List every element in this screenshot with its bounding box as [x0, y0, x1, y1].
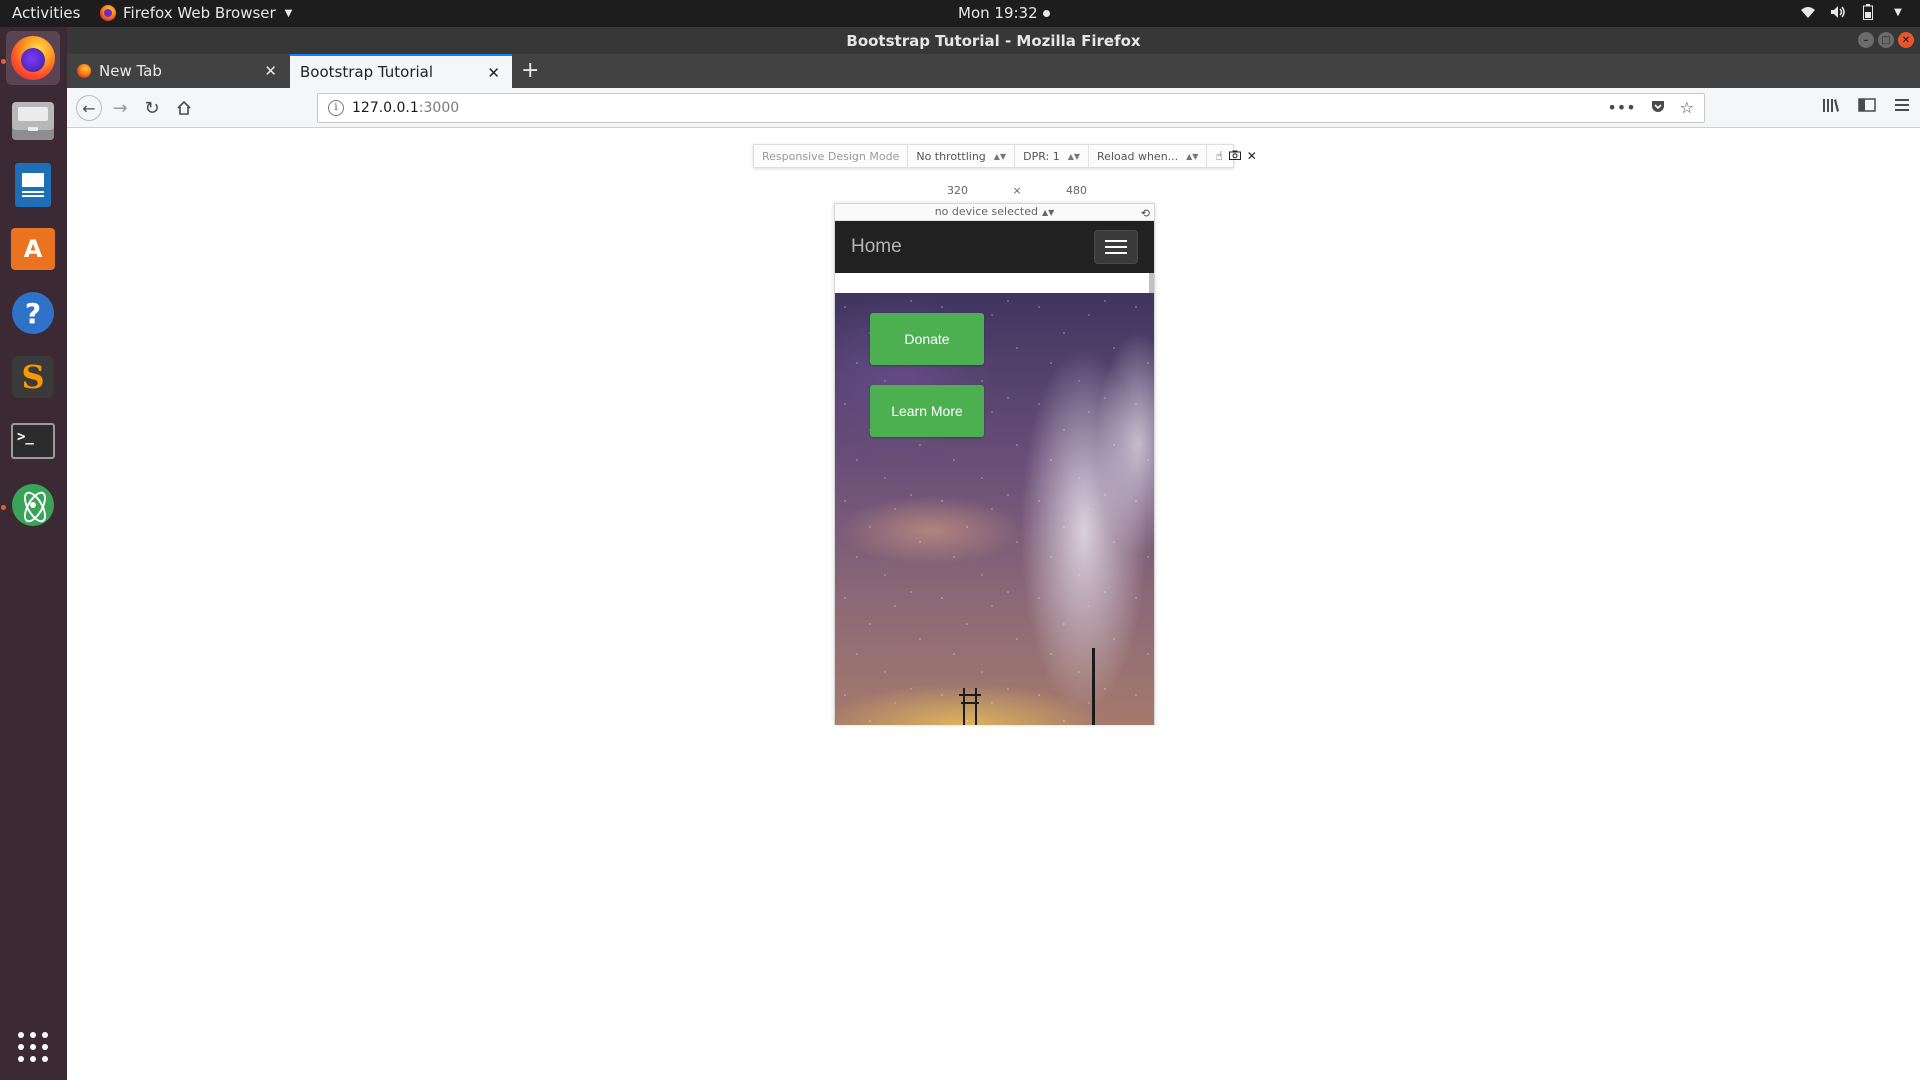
dock-files[interactable]: [6, 94, 60, 148]
sidebar-icon[interactable]: [1858, 97, 1876, 117]
navbar-toggler[interactable]: [1094, 230, 1138, 264]
dock-terminal[interactable]: >_: [6, 414, 60, 468]
window-title: Bootstrap Tutorial - Mozilla Firefox: [846, 32, 1141, 50]
select-arrows-icon: ▲▼: [1186, 151, 1199, 161]
notification-dot-icon: [1042, 10, 1050, 17]
activities-button[interactable]: Activities: [12, 4, 80, 22]
viewport-width[interactable]: 320: [947, 184, 968, 197]
system-tray[interactable]: ▼: [1800, 4, 1906, 20]
app-menu[interactable]: Firefox Web Browser ▼: [100, 4, 292, 22]
dock-atom[interactable]: [6, 478, 60, 532]
nav-toolbar: ← → ↻ i 127.0.0.1:3000 ••• ☆: [67, 88, 1920, 128]
rotate-viewport-icon[interactable]: ⟲: [1141, 206, 1150, 222]
navbar-brand[interactable]: Home: [851, 236, 902, 258]
site-page: Home Donate Learn More: [835, 221, 1154, 725]
donate-button[interactable]: Donate: [870, 313, 984, 365]
page-content: Responsive Design Mode No throttling ▲▼ D…: [67, 129, 1920, 1080]
dock-firefox[interactable]: [6, 31, 60, 85]
url-actions: ••• ☆: [1607, 98, 1694, 118]
forward-arrow-icon[interactable]: →: [109, 97, 131, 119]
dock: A ? S >_: [0, 27, 67, 1080]
firefox-icon: [77, 64, 91, 78]
screenshot-icon[interactable]: [1228, 149, 1241, 163]
atom-icon: [12, 484, 54, 526]
url-bar[interactable]: i 127.0.0.1:3000 ••• ☆: [317, 93, 1705, 123]
dpr-select[interactable]: DPR: 1 ▲▼: [1015, 145, 1090, 167]
dock-writer[interactable]: [6, 158, 60, 212]
firefox-window: Bootstrap Tutorial - Mozilla Firefox – □…: [67, 27, 1920, 1080]
rdm-actions: ☝ ✕: [1207, 149, 1264, 163]
plus-icon[interactable]: +: [521, 58, 539, 83]
scrollbar-thumb[interactable]: [1149, 273, 1154, 293]
learn-more-button[interactable]: Learn More: [870, 385, 984, 437]
writer-icon: [15, 163, 51, 207]
tab-new-tab[interactable]: New Tab ✕: [67, 54, 289, 88]
url-text[interactable]: 127.0.0.1:3000: [352, 100, 459, 116]
clock-label: Mon 19:32: [958, 4, 1038, 22]
close-icon[interactable]: ✕: [1898, 32, 1914, 48]
reload-icon[interactable]: ↻: [141, 97, 163, 119]
dock-sublime-text[interactable]: S: [6, 350, 60, 404]
throttling-select[interactable]: No throttling ▲▼: [908, 145, 1016, 167]
viewport-height[interactable]: 480: [1066, 184, 1087, 197]
help-icon: ?: [12, 292, 54, 334]
minimize-icon[interactable]: –: [1858, 32, 1874, 48]
toolbar-right: [1822, 97, 1910, 117]
select-arrows-icon: ▲▼: [993, 151, 1007, 161]
hamburger-menu-icon: [1105, 240, 1127, 242]
maximize-icon[interactable]: □: [1878, 32, 1894, 48]
window-controls: – □ ✕: [1858, 32, 1914, 48]
volume-icon: [1830, 4, 1846, 20]
battery-icon: [1860, 4, 1876, 20]
reload-when-select[interactable]: Reload when... ▲▼: [1089, 145, 1208, 167]
device-selector[interactable]: no device selected ▲▼ ⟲: [835, 204, 1154, 221]
firefox-icon: [11, 36, 55, 80]
info-icon[interactable]: i: [328, 100, 344, 116]
caret-down-icon: ▼: [284, 7, 293, 19]
touch-simulation-icon[interactable]: ☝: [1215, 149, 1222, 163]
files-icon: [12, 102, 54, 140]
viewport-dimensions: 320 × 480: [947, 184, 1087, 197]
app-menu-label: Firefox Web Browser: [123, 4, 276, 22]
dock-software-store[interactable]: A: [6, 222, 60, 276]
tab-strip: New Tab ✕ Bootstrap Tutorial ✕ +: [67, 54, 1920, 88]
pocket-icon[interactable]: [1650, 98, 1666, 118]
rdm-title: Responsive Design Mode: [754, 145, 909, 167]
site-navbar: Home: [835, 221, 1154, 273]
sublime-text-icon: S: [12, 356, 54, 398]
clock[interactable]: Mon 19:32: [958, 4, 1050, 22]
wifi-icon: [1800, 4, 1816, 20]
power-tower: [959, 688, 981, 725]
close-icon[interactable]: ✕: [487, 64, 500, 82]
tab-label: Bootstrap Tutorial: [300, 63, 434, 81]
hero-background: Donate Learn More: [835, 293, 1154, 725]
caret-down-icon: ▼: [1894, 6, 1902, 18]
software-store-icon: A: [11, 228, 55, 270]
hamburger-menu-icon[interactable]: [1894, 97, 1910, 117]
back-arrow-icon[interactable]: ←: [76, 95, 102, 121]
more-actions-icon[interactable]: •••: [1607, 98, 1635, 118]
navbar-spacer: [835, 273, 1154, 293]
bookmark-star-icon[interactable]: ☆: [1680, 98, 1694, 118]
terminal-icon: >_: [11, 423, 55, 459]
home-icon[interactable]: [173, 97, 195, 119]
firefox-icon: [100, 5, 116, 21]
app-grid-icon: [18, 1032, 48, 1062]
close-icon[interactable]: ✕: [1247, 149, 1257, 163]
dock-show-applications[interactable]: [6, 1020, 60, 1074]
gnome-top-bar: Activities Firefox Web Browser ▼ Mon 19:…: [0, 0, 1920, 27]
library-icon[interactable]: [1822, 97, 1840, 117]
rdm-viewport: no device selected ▲▼ ⟲ Home Donate Lear…: [834, 203, 1155, 725]
times-sign: ×: [1012, 184, 1022, 197]
select-arrows-icon: ▲▼: [1067, 151, 1081, 161]
dock-help[interactable]: ?: [6, 286, 60, 340]
tab-bootstrap-tutorial[interactable]: Bootstrap Tutorial ✕: [290, 54, 512, 88]
utility-pole: [1092, 648, 1095, 725]
tab-label: New Tab: [99, 62, 162, 80]
rdm-toolbar: Responsive Design Mode No throttling ▲▼ D…: [753, 144, 1257, 168]
select-arrows-icon: ▲▼: [1041, 208, 1055, 217]
close-icon[interactable]: ✕: [264, 62, 277, 80]
window-titlebar[interactable]: Bootstrap Tutorial - Mozilla Firefox – □…: [67, 27, 1920, 54]
